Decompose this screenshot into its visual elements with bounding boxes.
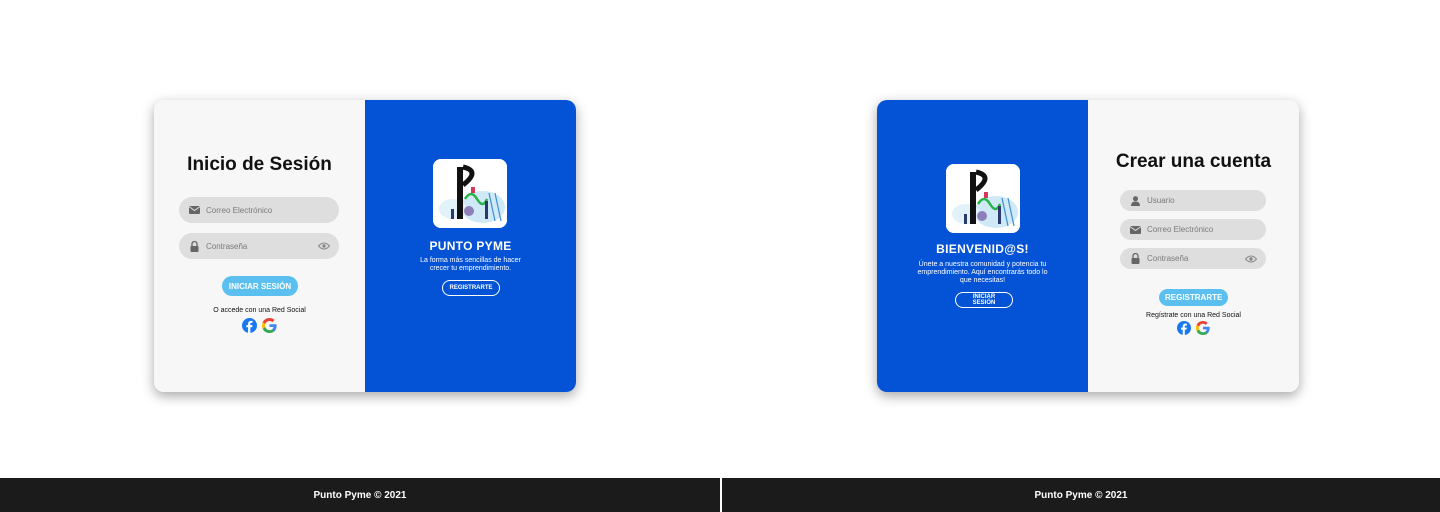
register-screen: BIENVENID@S! Únete a nuestra comunidad y… [722,0,1440,512]
username-input[interactable] [1142,196,1266,205]
lock-icon [187,240,201,252]
login-email-field[interactable] [179,197,339,223]
register-user-field[interactable] [1120,190,1266,211]
social-register-text: Regístrate con una Red Social [1146,312,1241,319]
register-card: BIENVENID@S! Únete a nuestra comunidad y… [877,100,1299,392]
login-card: Inicio de Sesión INICIAR SESIÓN O accede… [154,100,576,392]
punto-pyme-logo [946,164,1020,233]
facebook-icon[interactable] [242,318,257,333]
social-login-text: O accede con una Red Social [213,307,306,314]
eye-icon[interactable] [1244,255,1258,263]
lock-icon [1128,253,1142,264]
welcome-panel: BIENVENID@S! Únete a nuestra comunidad y… [877,100,1088,392]
password-input[interactable] [1142,254,1244,263]
email-input[interactable] [201,205,339,215]
brand-title: PUNTO PYME [429,239,512,253]
register-email-field[interactable] [1120,219,1266,240]
eye-icon[interactable] [317,242,331,250]
social-register-buttons [1088,321,1299,335]
email-input[interactable] [1142,225,1266,234]
login-form: Inicio de Sesión INICIAR SESIÓN O accede… [154,100,365,392]
register-switch-button[interactable]: REGISTRARTE [442,280,500,296]
login-switch-button[interactable]: INICIAR SESIÓN [955,292,1013,308]
envelope-icon [187,206,201,214]
google-icon[interactable] [262,318,277,333]
user-icon [1128,195,1142,206]
footer: Punto Pyme © 2021 [0,478,720,512]
register-password-field[interactable] [1120,248,1266,269]
register-form: Crear una cuenta Usuario Correo Electrón… [1088,100,1299,392]
social-login-buttons [154,318,365,333]
google-icon[interactable] [1196,321,1210,335]
password-input[interactable] [201,241,317,251]
login-submit-button[interactable]: INICIAR SESIÓN [222,276,298,296]
facebook-icon[interactable] [1177,321,1191,335]
footer: Punto Pyme © 2021 [722,478,1440,512]
welcome-description: Únete a nuestra comunidad y potencia tu … [917,261,1048,284]
register-submit-button[interactable]: REGISTRARTE [1159,289,1228,306]
brand-description: La forma más sencillas de hacer crecer t… [420,257,521,272]
punto-pyme-logo [433,159,507,228]
login-title: Inicio de Sesión [187,154,332,175]
login-screen: Inicio de Sesión INICIAR SESIÓN O accede… [0,0,720,512]
login-password-field[interactable] [179,233,339,259]
envelope-icon [1128,225,1142,234]
welcome-title: BIENVENID@S! [936,242,1029,256]
brand-panel: PUNTO PYME La forma más sencillas de hac… [365,100,576,392]
register-title: Crear una cuenta [1115,151,1272,172]
